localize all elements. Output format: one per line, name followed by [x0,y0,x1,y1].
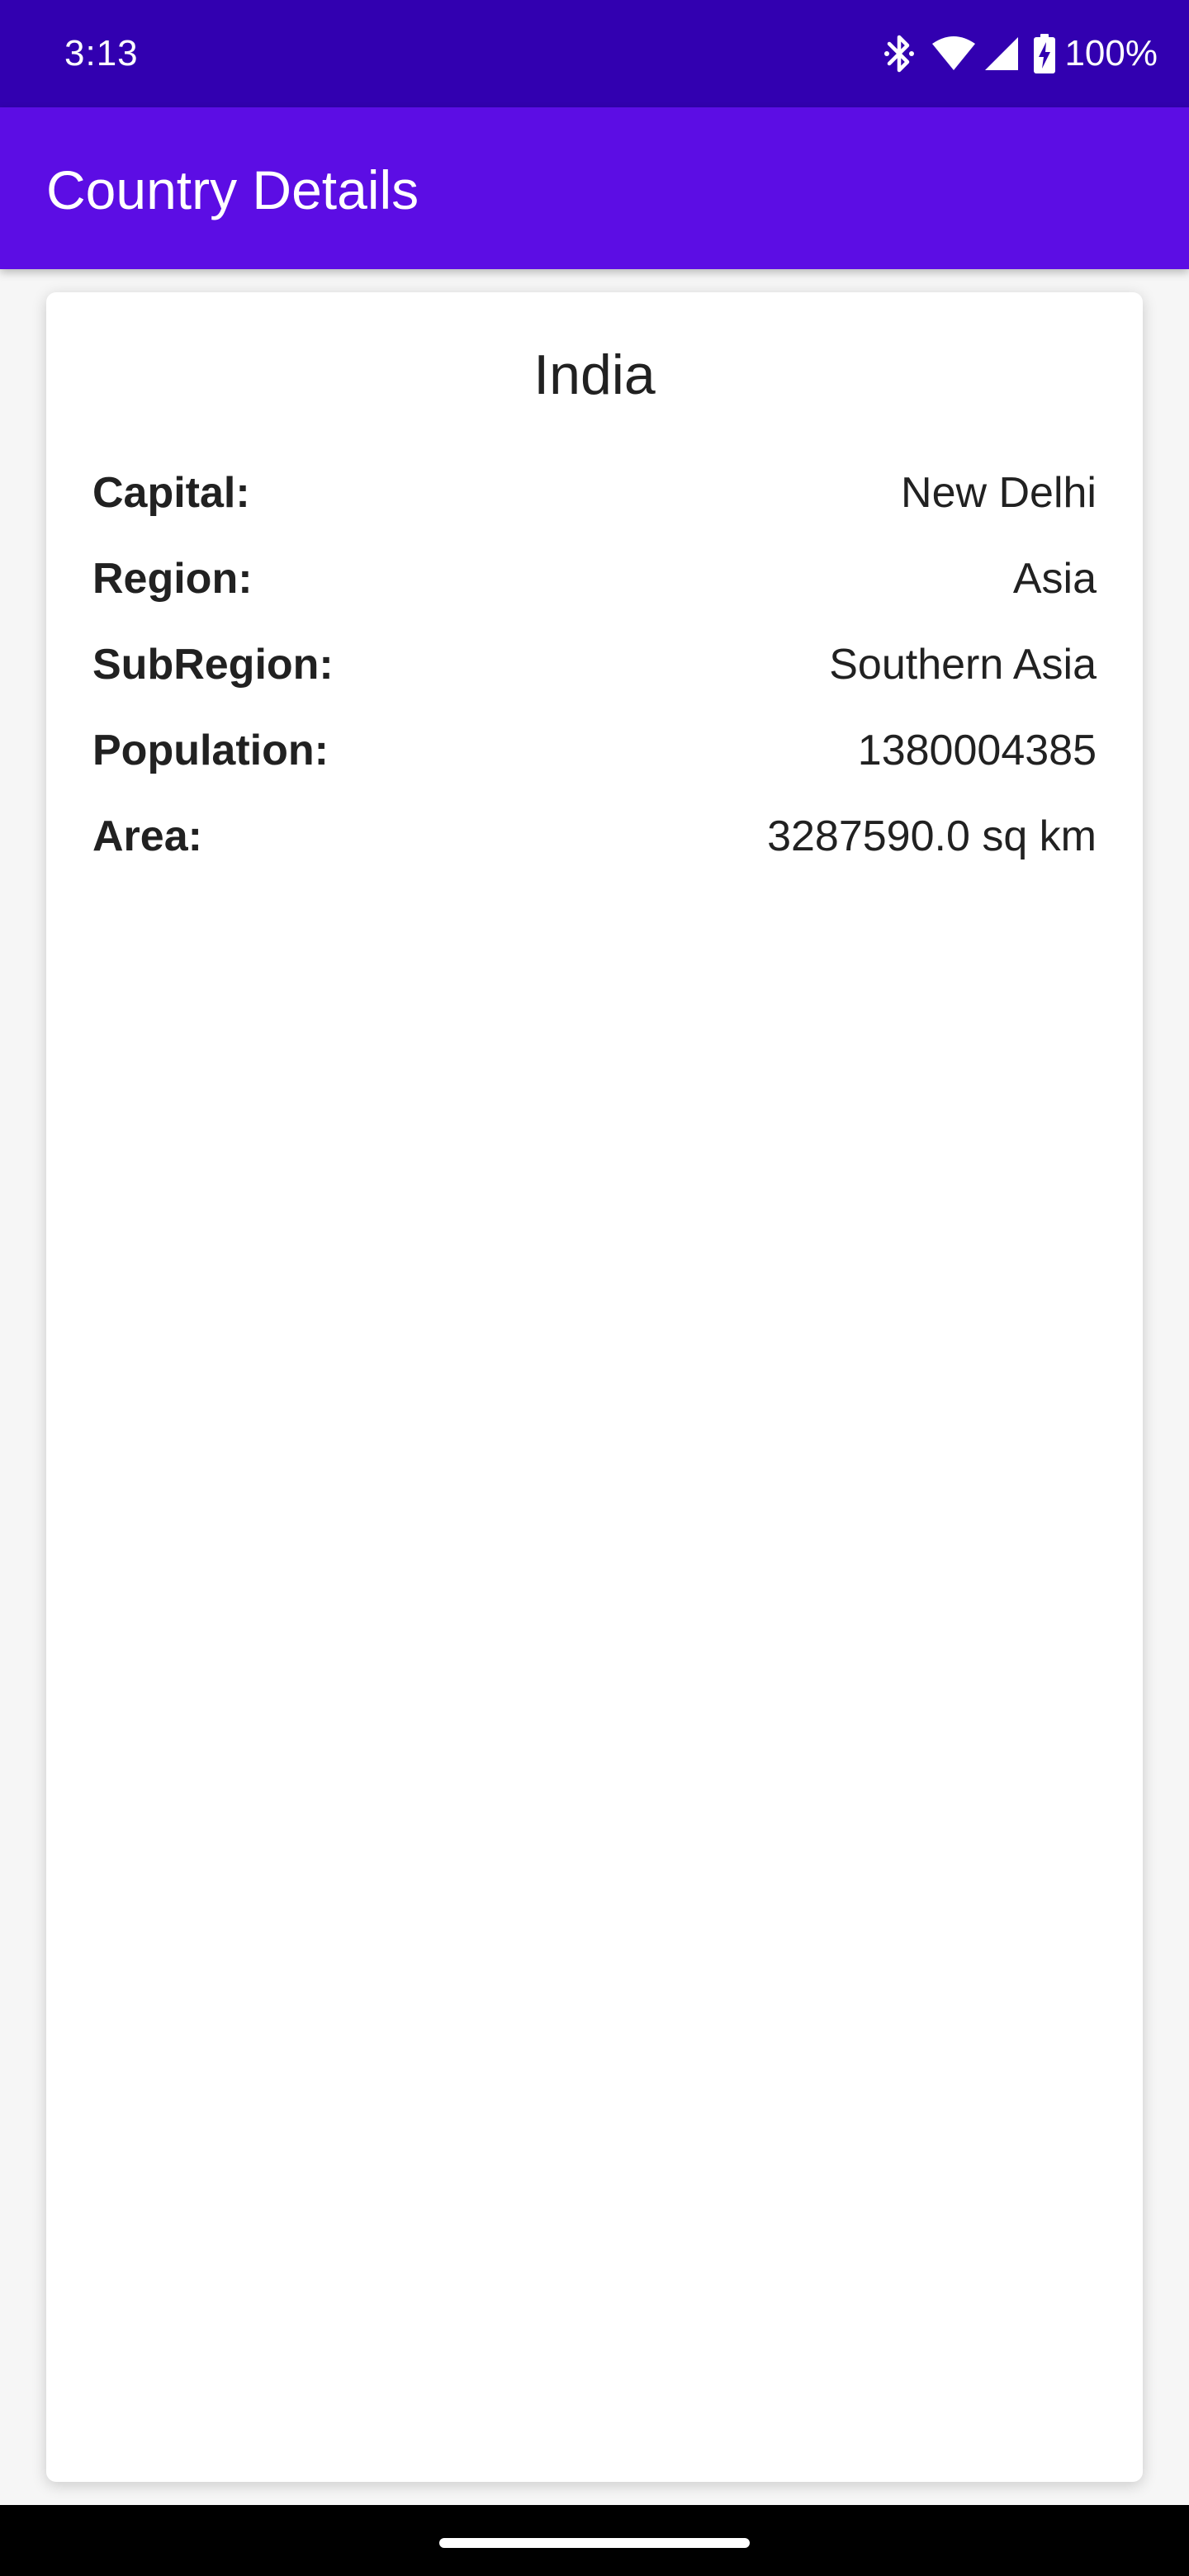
detail-row-capital: Capital: New Delhi [92,464,1097,522]
page-title: Country Details [46,159,419,220]
wifi-icon [931,36,977,72]
status-time: 3:13 [64,33,139,73]
detail-row-subregion: SubRegion: Southern Asia [92,636,1097,694]
cellular-signal-icon [983,36,1020,72]
app-bar: Country Details [0,107,1189,269]
subregion-label: SubRegion: [92,641,334,689]
subregion-value: Southern Asia [829,641,1097,689]
detail-row-area: Area: 3287590.0 sq km [92,807,1097,865]
region-label: Region: [92,555,253,603]
country-details-card: India Capital: New Delhi Region: Asia Su… [46,292,1143,2482]
capital-value: New Delhi [901,469,1097,517]
battery-charging-icon [1033,34,1056,73]
status-icons: 100% [883,30,1158,78]
status-bar: 3:13 100% [0,0,1189,107]
detail-row-region: Region: Asia [92,550,1097,608]
population-value: 1380004385 [857,727,1097,774]
population-label: Population: [92,727,329,774]
region-value: Asia [1012,555,1097,603]
capital-label: Capital: [92,469,250,517]
area-label: Area: [92,812,202,860]
bluetooth-icon [883,32,916,75]
battery-percentage: 100% [1064,33,1158,73]
navigation-bar [0,2505,1189,2576]
area-value: 3287590.0 sq km [767,812,1097,860]
home-gesture-handle[interactable] [439,2538,750,2548]
country-name: India [533,343,656,406]
detail-row-population: Population: 1380004385 [92,722,1097,779]
